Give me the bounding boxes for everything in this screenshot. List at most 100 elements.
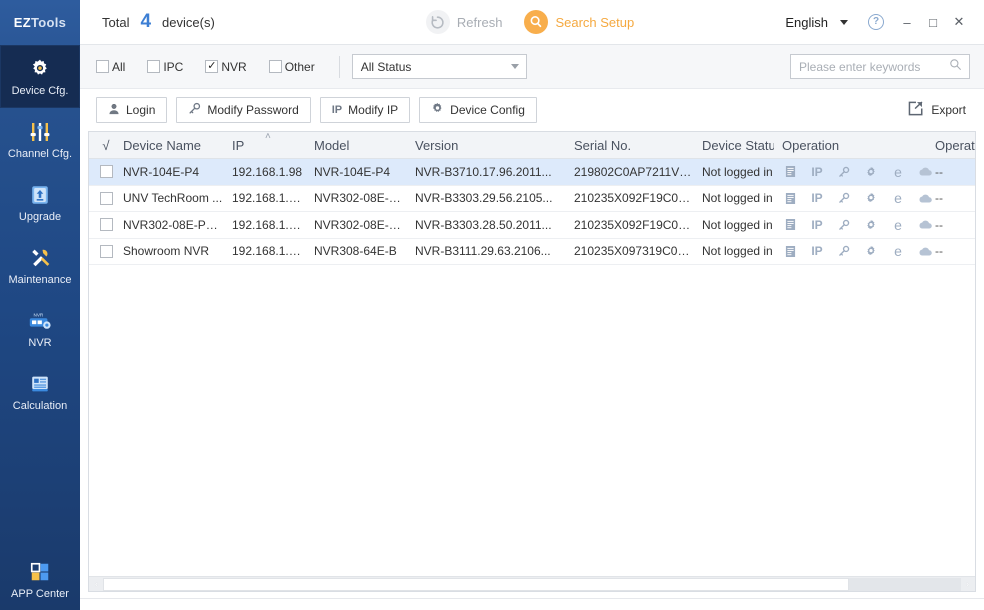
table-header-serial-no[interactable]: Serial No. [566,138,694,153]
device-table: √ Device Name IP Model Version Serial No… [88,131,976,592]
row-checkbox[interactable] [89,165,115,178]
document-icon[interactable] [783,190,797,206]
document-icon[interactable] [783,243,797,259]
device-total: Total 4 device(s) [102,11,215,33]
table-header-operation[interactable]: Operation [774,138,927,153]
filter-checkbox-all[interactable]: All [96,60,125,74]
cell-operation-2: -- [927,244,975,258]
cell-serial-no: 210235X097319C000... [566,244,694,258]
export-button[interactable]: Export [907,100,970,120]
device-config-button[interactable]: Device Config [419,97,537,123]
login-button[interactable]: Login [96,97,167,123]
search-icon[interactable] [949,58,962,76]
sidebar-item-device-cfg[interactable]: Device Cfg. [0,45,80,108]
search-input[interactable] [799,60,945,74]
help-icon[interactable]: ? [868,14,884,30]
sidebar-item-calculation[interactable]: Calculation [0,360,80,423]
minimize-icon[interactable]: – [894,9,920,35]
sidebar-item-label: APP Center [11,588,69,600]
language-selector[interactable]: English [785,15,858,30]
sidebar-item-channel-cfg[interactable]: Channel Cfg. [0,108,80,171]
sidebar-item-upgrade[interactable]: Upgrade [0,171,80,234]
edge-browser-icon[interactable]: e [891,190,905,206]
maximize-icon[interactable]: □ [920,9,946,35]
sidebar-item-label: Device Cfg. [12,85,69,97]
sidebar-item-maintenance[interactable]: Maintenance [0,234,80,297]
cell-device-name: UNV TechRoom ... [115,191,224,205]
cell-operation-2: -- [927,191,975,205]
filter-checkbox-ipc[interactable]: IPC [147,60,183,74]
checkbox-box [269,60,282,73]
ip-icon[interactable]: IP [810,164,824,180]
topbar-actions: Refresh Search Setup [275,10,786,34]
edge-browser-icon[interactable]: e [891,164,905,180]
filter-label: NVR [221,60,246,74]
status-dropdown[interactable]: All Status [352,54,527,79]
search-circle-icon [524,10,548,34]
cell-serial-no: 219802C0AP7211V00... [566,165,694,179]
export-label: Export [931,103,966,117]
row-checkbox[interactable] [89,218,115,231]
gear-icon[interactable] [864,190,878,206]
search-setup-button[interactable]: Search Setup [524,10,634,34]
gear-icon[interactable] [864,243,878,259]
scroll-left-arrow-icon[interactable]: ‹ [90,579,103,589]
main-area: Total 4 device(s) Refresh [80,0,984,610]
gear-icon[interactable] [864,217,878,233]
close-icon[interactable]: ✕ [946,9,972,35]
sidebar-item-label: Upgrade [19,211,61,223]
cell-model: NVR302-08E-P8-B [306,191,407,205]
gear-icon [27,56,53,82]
ip-icon[interactable]: IP [810,217,824,233]
cell-device-name: NVR-104E-P4 [115,165,224,179]
cell-operations: IP e [774,243,927,259]
table-row[interactable]: UNV TechRoom ... 192.168.1.107 NVR302-08… [89,186,975,213]
key-icon[interactable] [837,243,851,259]
horizontal-scrollbar[interactable]: ‹ › [89,576,975,591]
cell-operation-2: -- [927,218,975,232]
row-checkbox[interactable] [89,192,115,205]
cell-ip: 192.168.1.252 [224,244,306,258]
key-icon[interactable] [837,164,851,180]
edge-browser-icon[interactable]: e [891,243,905,259]
table-row[interactable]: NVR302-08E-P8-B 192.168.1.185 NVR302-08E… [89,212,975,239]
keyword-search-box[interactable] [790,54,970,79]
table-row[interactable]: Showroom NVR 192.168.1.252 NVR308-64E-B … [89,239,975,266]
key-icon[interactable] [837,190,851,206]
table-header-model[interactable]: Model [306,138,407,153]
sidebar-item-label: Channel Cfg. [8,148,72,160]
language-label: English [785,15,828,30]
chevron-down-icon [511,64,519,69]
table-header-version[interactable]: Version [407,138,566,153]
key-icon[interactable] [837,217,851,233]
scroll-right-arrow-icon[interactable]: › [961,579,974,589]
filter-checkbox-nvr[interactable]: ✓ NVR [205,60,246,74]
document-icon[interactable] [783,217,797,233]
sidebar-item-nvr[interactable]: NVR NVR [0,297,80,360]
cell-model: NVR302-08E-P8-B [306,218,407,232]
table-row[interactable]: NVR-104E-P4 192.168.1.98 NVR-104E-P4 NVR… [89,159,975,186]
table-header-device-name[interactable]: Device Name [115,138,224,153]
modify-ip-label: Modify IP [348,103,398,117]
document-icon[interactable] [783,164,797,180]
filter-label: Other [285,60,315,74]
table-header-device-status[interactable]: Device Statu [694,138,774,153]
table-header-operation-2[interactable]: Operation [927,138,975,153]
filter-checkbox-other[interactable]: Other [269,60,315,74]
gear-icon[interactable] [864,164,878,180]
sidebar-item-label: Calculation [13,400,67,412]
status-dropdown-value: All Status [361,60,412,74]
checkbox-box [100,218,113,231]
scrollbar-thumb[interactable] [103,578,849,591]
table-header-select-all[interactable]: √ [89,138,115,153]
ip-icon[interactable]: IP [810,243,824,259]
scrollbar-track[interactable] [103,578,961,591]
refresh-button[interactable]: Refresh [426,10,503,34]
edge-browser-icon[interactable]: e [891,217,905,233]
modify-password-button[interactable]: Modify Password [176,97,310,123]
sidebar-item-app-center[interactable]: APP Center [0,548,80,610]
checkbox-box: ✓ [205,60,218,73]
modify-ip-button[interactable]: IP Modify IP [320,97,410,123]
ip-icon[interactable]: IP [810,190,824,206]
row-checkbox[interactable] [89,245,115,258]
